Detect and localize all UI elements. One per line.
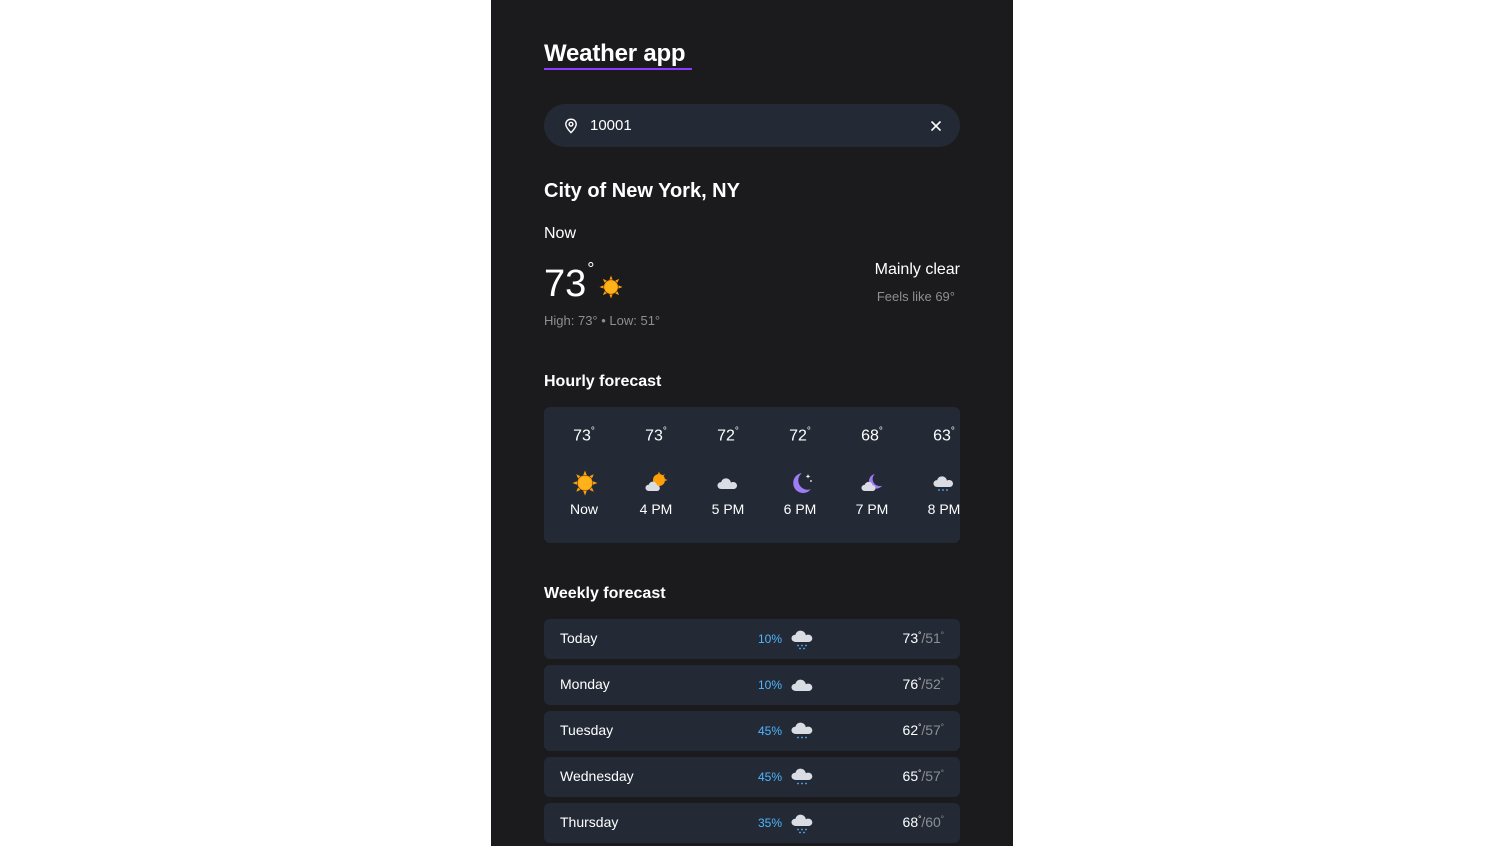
hourly-forecast-panel[interactable]: 73° Now 73° 4 PM 72° 5 PM 72° 6 PM 68° 7… xyxy=(544,407,960,543)
weekly-row[interactable]: Today 10% 73°/51° xyxy=(544,619,960,659)
partly-cloudy-night-icon xyxy=(860,470,886,496)
sun-icon xyxy=(572,470,598,496)
hourly-time: 8 PM xyxy=(927,501,960,517)
hourly-temp: 73° xyxy=(573,426,595,445)
location-pin-icon xyxy=(564,117,578,134)
day-temps: 76°/52° xyxy=(902,676,944,692)
day-name: Monday xyxy=(560,676,610,692)
hourly-temp: 72° xyxy=(717,426,739,445)
hourly-item: 68° 7 PM xyxy=(842,407,902,543)
day-temps: 68°/60° xyxy=(902,814,944,830)
clear-icon[interactable] xyxy=(928,118,944,134)
hourly-item: 63° 8 PM xyxy=(914,407,960,543)
cloud-icon xyxy=(716,470,742,496)
moon-icon xyxy=(788,470,814,496)
rain-cloud-icon xyxy=(932,470,958,496)
partly-cloudy-icon xyxy=(644,470,670,496)
hourly-temp: 68° xyxy=(861,426,883,445)
weekly-row[interactable]: Wednesday 45% 65°/57° xyxy=(544,757,960,797)
precip-chance: 10% xyxy=(757,632,782,646)
current-label: Now xyxy=(544,225,577,242)
day-temps: 62°/57° xyxy=(902,722,944,738)
rain-cloud-icon xyxy=(790,719,818,743)
rain-cloud-icon xyxy=(790,627,818,651)
hourly-item: 73° 4 PM xyxy=(626,407,686,543)
precip-chance: 10% xyxy=(757,678,782,692)
hourly-temp: 73° xyxy=(645,426,667,445)
hourly-item: 73° Now xyxy=(554,407,614,543)
search-input[interactable] xyxy=(590,117,928,134)
hourly-item: 72° 5 PM xyxy=(698,407,758,543)
precip-chance: 45% xyxy=(757,770,782,784)
location-name: City of New York, NY xyxy=(544,180,740,202)
cloud-icon xyxy=(790,673,818,697)
hourly-temp: 72° xyxy=(789,426,811,445)
day-name: Tuesday xyxy=(560,722,614,738)
high-low-temps: High: 73° • Low: 51° xyxy=(544,313,661,328)
weather-app: Weather app City of New York, NY Now 73° xyxy=(491,0,1013,846)
rain-cloud-icon xyxy=(790,811,818,835)
current-temperature: 73 ° xyxy=(544,259,595,306)
sun-icon xyxy=(599,275,623,299)
weekly-row[interactable]: Tuesday 45% 62°/57° xyxy=(544,711,960,751)
hourly-time: 6 PM xyxy=(783,501,817,517)
hourly-forecast-title: Hourly forecast xyxy=(544,373,662,390)
hourly-time: Now xyxy=(569,501,598,517)
location-search xyxy=(544,104,960,147)
hourly-time: 4 PM xyxy=(639,501,673,517)
precip-chance: 45% xyxy=(757,724,782,738)
weekly-row[interactable]: Monday 10% 76°/52° xyxy=(544,665,960,705)
day-name: Wednesday xyxy=(560,768,634,784)
title-underline xyxy=(544,68,692,70)
current-condition: Mainly clear xyxy=(874,261,960,278)
hourly-time: 5 PM xyxy=(711,501,745,517)
weekly-row[interactable]: Thursday 35% 68°/60° xyxy=(544,803,960,843)
precip-chance: 35% xyxy=(757,816,782,830)
hourly-time: 7 PM xyxy=(855,501,889,517)
day-temps: 65°/57° xyxy=(902,768,944,784)
day-name: Thursday xyxy=(560,814,619,830)
hourly-item: 72° 6 PM xyxy=(770,407,830,543)
weekly-forecast-title: Weekly forecast xyxy=(544,585,666,602)
hourly-temp: 63° xyxy=(933,426,955,445)
day-temps: 73°/51° xyxy=(902,630,944,646)
degree-symbol: ° xyxy=(587,259,595,279)
app-title: Weather app xyxy=(544,40,686,67)
feels-like: Feels like 69° xyxy=(876,289,955,304)
day-name: Today xyxy=(560,630,598,646)
current-temp-value: 73 xyxy=(544,263,587,305)
rain-cloud-icon xyxy=(790,765,818,789)
